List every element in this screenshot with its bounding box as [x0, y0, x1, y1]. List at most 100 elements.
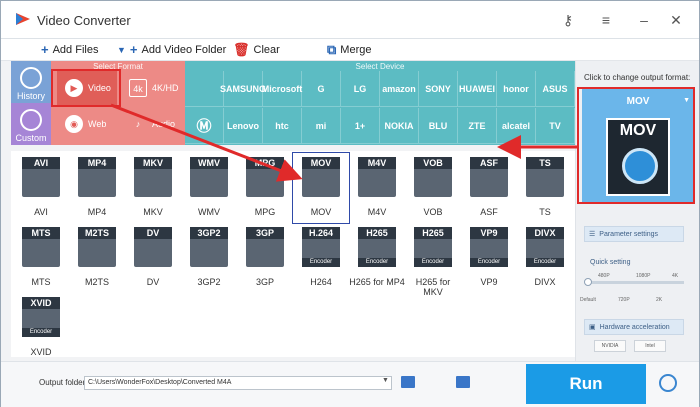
- device-brand[interactable]: htc: [263, 108, 302, 144]
- format-tile-h264[interactable]: H.264 Encoder H264: [293, 223, 349, 293]
- plus-icon: +: [41, 42, 49, 57]
- history-label: History: [16, 91, 45, 101]
- merge-label: Merge: [340, 44, 372, 56]
- 4k-icon: 4k: [129, 79, 147, 97]
- run-button[interactable]: Run: [526, 364, 646, 404]
- format-thumbnail-icon: VOB: [414, 157, 452, 197]
- key-icon[interactable]: ⚷: [559, 11, 577, 29]
- format-thumbnail-icon: MP4: [78, 157, 116, 197]
- format-tile-avi[interactable]: AVI AVI: [13, 153, 69, 223]
- format-tile-ts[interactable]: TS TS: [517, 153, 573, 223]
- add-files-button[interactable]: + Add Files: [41, 42, 98, 58]
- alarm-clock-icon[interactable]: [659, 374, 677, 392]
- format-tile-label: MOV: [310, 207, 332, 217]
- format-tile-xvid[interactable]: XVID Encoder XVID: [13, 293, 69, 363]
- parameter-settings-button[interactable]: ☰ Parameter settings: [584, 226, 684, 242]
- format-tile-h265-for-mp4[interactable]: H265 Encoder H265 for MP4: [349, 223, 405, 293]
- output-folder-label: Output folder:: [39, 378, 88, 387]
- close-icon[interactable]: ✕: [667, 11, 685, 29]
- format-thumbnail-caption: ASF: [470, 157, 508, 169]
- clear-button[interactable]: 🗑 Clear: [233, 42, 280, 58]
- format-tile-label: VP9: [480, 277, 498, 287]
- format-tile-vp9[interactable]: VP9 Encoder VP9: [461, 223, 517, 293]
- format-tile-mp4[interactable]: MP4 MP4: [69, 153, 125, 223]
- device-brand[interactable]: BLU: [419, 108, 458, 144]
- device-brand[interactable]: alcatel: [497, 108, 536, 144]
- device-brand-label: LG: [353, 83, 367, 94]
- format-tile-divx[interactable]: DIVX Encoder DIVX: [517, 223, 573, 293]
- device-brand-label: Microsoft: [261, 83, 303, 94]
- format-tile-label: XVID: [30, 347, 52, 357]
- device-brand[interactable]: HUAWEI: [458, 71, 497, 107]
- add-folder-icon: +: [129, 42, 138, 57]
- format-tile-mov[interactable]: MOV MOV: [292, 152, 350, 224]
- format-tile-vob[interactable]: VOB VOB: [405, 153, 461, 223]
- format-thumbnail-icon: H.264 Encoder: [302, 227, 340, 267]
- chevron-down-icon[interactable]: ▼: [382, 377, 389, 384]
- app-window: Video Converter ⚷ ≡ – ✕ + Add Files ▼ + …: [0, 0, 700, 407]
- format-tile-mts[interactable]: MTS MTS: [13, 223, 69, 293]
- slider-knob[interactable]: [584, 278, 592, 286]
- device-brand[interactable]: NOKIA: [380, 108, 419, 144]
- format-thumbnail-caption: MKV: [134, 157, 172, 169]
- format-4k-button[interactable]: 4k 4K/HD: [121, 71, 183, 105]
- output-folder-field[interactable]: C:\Users\WonderFox\Desktop\Converted M4A: [84, 376, 392, 390]
- nvidia-chip[interactable]: NVIDIA: [594, 340, 626, 352]
- format-tile-h265-for-mkv[interactable]: H265 Encoder H265 for MKV: [405, 223, 461, 297]
- quick-label-4k: 4K: [672, 273, 679, 279]
- format-tile-3gp2[interactable]: 3GP2 3GP2: [181, 223, 237, 293]
- device-brand[interactable]: honor: [497, 71, 536, 107]
- format-thumbnail-caption: WMV: [190, 157, 228, 169]
- intel-chip[interactable]: Intel: [634, 340, 666, 352]
- format-thumbnail-icon: 3GP: [246, 227, 284, 267]
- add-video-folder-button[interactable]: ▼ + Add Video Folder: [117, 42, 226, 58]
- open-folder-icon[interactable]: [456, 376, 470, 388]
- format-tile-dv[interactable]: DV DV: [125, 223, 181, 293]
- format-thumbnail-caption: AVI: [22, 157, 60, 169]
- format-thumbnail-icon: 3GP2: [190, 227, 228, 267]
- select-device-label: Select Device: [355, 62, 405, 71]
- format-tile-m2ts[interactable]: M2TS M2TS: [69, 223, 125, 293]
- format-tile-wmv[interactable]: WMV WMV: [181, 153, 237, 223]
- device-brand[interactable]: Lenovo: [224, 108, 263, 144]
- device-brand[interactable]: Microsoft: [261, 71, 303, 107]
- format-thumbnail-icon: DIVX Encoder: [526, 227, 564, 267]
- device-brand[interactable]: amazon: [380, 71, 419, 107]
- merge-button[interactable]: ⧉ Merge: [327, 42, 371, 58]
- web-icon: ◉: [65, 115, 83, 133]
- format-tile-mpg[interactable]: MPG MPG: [237, 153, 293, 223]
- device-brand[interactable]: LG: [341, 71, 380, 107]
- device-brand[interactable]: SONY: [419, 71, 458, 107]
- format-tile-mkv[interactable]: MKV MKV: [125, 153, 181, 223]
- device-brand[interactable]: TV: [536, 108, 575, 144]
- device-brand[interactable]: ZTE: [458, 108, 497, 144]
- format-4k-label: 4K/HD: [152, 83, 179, 93]
- format-audio-button[interactable]: ♪ Audio: [121, 107, 183, 141]
- format-tile-m4v[interactable]: M4V M4V: [349, 153, 405, 223]
- format-tile-asf[interactable]: ASF ASF: [461, 153, 517, 223]
- encoder-badge: Encoder: [526, 258, 564, 267]
- tab-custom[interactable]: Custom: [11, 103, 51, 145]
- device-brand-label: BLU: [428, 120, 448, 131]
- device-brand[interactable]: 1+: [341, 108, 380, 144]
- format-tile-3gp[interactable]: 3GP 3GP: [237, 223, 293, 293]
- format-tile-label: DV: [146, 277, 160, 287]
- hardware-acceleration-button[interactable]: ▣ Hardware acceleration: [584, 319, 684, 335]
- format-thumbnail-caption: DV: [134, 227, 172, 239]
- folder-icon[interactable]: [401, 376, 415, 388]
- format-thumbnail-caption: 3GP2: [190, 227, 228, 239]
- device-brand[interactable]: mi: [302, 108, 341, 144]
- device-brand-label: 1+: [354, 120, 366, 131]
- device-apple[interactable]: [185, 71, 224, 107]
- device-brand[interactable]: ASUS: [536, 71, 575, 107]
- tab-history[interactable]: History: [11, 61, 51, 103]
- format-thumbnail-icon: MTS: [22, 227, 60, 267]
- format-web-button[interactable]: ◉ Web: [57, 107, 117, 141]
- format-thumbnail-caption: VOB: [414, 157, 452, 169]
- device-brand[interactable]: G: [302, 71, 341, 107]
- minimize-icon[interactable]: –: [635, 11, 653, 29]
- device-brand[interactable]: SAMSUNG: [220, 71, 266, 107]
- device-motorola[interactable]: Ⓜ: [185, 108, 224, 144]
- quick-setting-slider[interactable]: [584, 278, 684, 286]
- menu-icon[interactable]: ≡: [597, 11, 615, 29]
